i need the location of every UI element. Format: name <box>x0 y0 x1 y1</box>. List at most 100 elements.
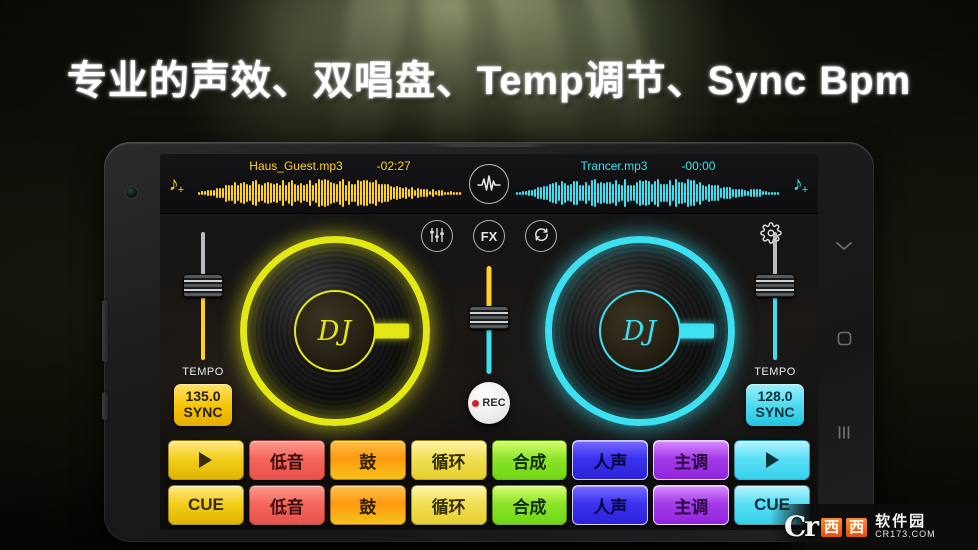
waveform-bar <box>657 179 659 207</box>
deck-b-melody: 主调 主调 <box>653 440 730 525</box>
deck-b-waveform[interactable] <box>516 178 780 208</box>
deck-b-bpm-value: 128.0 <box>757 388 793 404</box>
loop-sync-button[interactable] <box>525 220 557 252</box>
waveform-bar <box>426 188 428 198</box>
volume-button[interactable] <box>102 300 108 362</box>
deck-a-transport-bottom[interactable]: CUE <box>168 485 244 525</box>
waveform-bar <box>672 185 674 201</box>
deck-b-tempo-column: TEMPO 128.0 SYNC <box>744 232 806 427</box>
deck-a-loop-bottom[interactable]: 循环 <box>410 485 487 525</box>
site-watermark: Cr 西 西 软件园 CR173.COM <box>770 504 978 550</box>
deck-b-waveform-panel[interactable]: Trancer.mp3 -00:00 <box>512 154 784 213</box>
settings-button[interactable] <box>760 222 782 249</box>
deck-a-sync-button[interactable]: 135.0 SYNC <box>174 384 232 427</box>
deck-b-sync-button[interactable]: 128.0 SYNC <box>746 384 804 427</box>
earpiece-speaker <box>429 144 549 147</box>
waveform-bar <box>450 191 452 195</box>
waveform-bar <box>336 184 338 202</box>
waveform-bar <box>237 184 239 202</box>
recents-button[interactable] <box>837 425 851 445</box>
waveform-bar <box>600 181 602 205</box>
waveform-bar <box>279 184 281 202</box>
waveform-bar <box>756 189 758 197</box>
waveform-bar <box>402 188 404 198</box>
waveform-bar <box>456 191 458 195</box>
deck-a-drum-top[interactable]: 鼓 <box>329 440 406 480</box>
deck-a-tempo-label: TEMPO <box>182 366 224 378</box>
deck-b-synth-bottom[interactable]: 合成 <box>491 485 568 525</box>
fx-button[interactable]: FX <box>473 220 505 252</box>
waveform-bar <box>717 184 719 202</box>
crossfader[interactable] <box>463 266 515 374</box>
waveform-bar <box>246 183 248 203</box>
deck-b-synth-top[interactable]: 合成 <box>491 440 568 480</box>
crossfader-track[interactable] <box>463 266 515 374</box>
deck-a-bass-bottom[interactable]: 低音 <box>248 485 325 525</box>
deck-b-platter-text: DJ <box>622 315 658 347</box>
back-button[interactable] <box>835 239 853 257</box>
deck-b-vocal-top[interactable]: 人声 <box>572 440 649 480</box>
waveform-bar <box>249 184 251 202</box>
waveform-bar <box>621 185 623 201</box>
deck-a-bass-top[interactable]: 低音 <box>248 440 325 480</box>
deck-b-synth: 合成 合成 <box>491 440 568 525</box>
waveform-bar <box>759 189 761 197</box>
waveform-bar <box>579 184 581 202</box>
deck-b-melody-top[interactable]: 主调 <box>653 440 730 480</box>
waveform-bar <box>294 184 296 202</box>
deck-b-vocal-bottom[interactable]: 人声 <box>572 485 649 525</box>
phone-device: ♪+ Haus_Guest.mp3 -02:27 Trancer.mp3 -00… <box>102 142 874 542</box>
waveform-bar <box>348 181 350 205</box>
watermark-url: CR173.COM <box>875 529 936 540</box>
waveform-bar <box>258 183 260 203</box>
fx-label: FX <box>480 228 498 244</box>
beat-sync-button[interactable] <box>466 163 512 204</box>
waveform-bar <box>234 182 236 204</box>
home-button[interactable] <box>837 331 852 351</box>
deck-b-synth-top-label: 合成 <box>512 452 547 472</box>
fader-knob[interactable] <box>756 274 794 297</box>
waveform-bar <box>531 189 533 197</box>
waveform-bar <box>753 189 755 197</box>
waveform-bar <box>198 191 200 195</box>
deck-b-turntable[interactable]: DJ <box>545 236 735 426</box>
eq-button[interactable] <box>421 220 453 252</box>
deck-b-transport-top[interactable] <box>734 440 810 480</box>
deck-a-tempo-column: TEMPO 135.0 SYNC <box>172 232 234 427</box>
deck-a-turntable[interactable]: DJ <box>240 236 430 426</box>
waveform-bar <box>570 183 572 203</box>
waveform-bar <box>276 183 278 203</box>
waveform-bar <box>684 182 686 204</box>
deck-a-transport-top[interactable] <box>168 440 244 480</box>
deck-a-loop-top[interactable]: 循环 <box>410 440 487 480</box>
waveform-bar <box>777 191 779 195</box>
crossfader-knob[interactable] <box>470 307 508 329</box>
waveform-bar <box>414 189 416 197</box>
waveform-bar <box>354 183 356 203</box>
waveform-topbar: ♪+ Haus_Guest.mp3 -02:27 Trancer.mp3 -00… <box>160 154 818 214</box>
fader-knob[interactable] <box>184 274 222 297</box>
deck-a-waveform-panel[interactable]: Haus_Guest.mp3 -02:27 <box>194 154 466 213</box>
waveform-bar <box>264 183 266 203</box>
gear-icon <box>760 222 782 248</box>
waveform-bar <box>744 190 746 196</box>
add-track-right-button[interactable]: ♪+ <box>784 174 818 196</box>
waveform-bar <box>642 180 644 206</box>
app-screen: ♪+ Haus_Guest.mp3 -02:27 Trancer.mp3 -00… <box>160 154 818 530</box>
deck-a-drum-bottom[interactable]: 鼓 <box>329 485 406 525</box>
waveform-bar <box>540 187 542 199</box>
deck-b-melody-bottom[interactable]: 主调 <box>653 485 730 525</box>
waveform-bar <box>525 191 527 195</box>
deck-a-time-remaining: -02:27 <box>376 159 411 173</box>
add-track-left-button[interactable]: ♪+ <box>160 174 194 196</box>
waveform-bar <box>393 187 395 200</box>
waveform-bar <box>633 184 635 202</box>
power-button[interactable] <box>102 392 108 420</box>
deck-a-waveform[interactable] <box>198 178 462 208</box>
waveform-bar <box>375 180 377 206</box>
waveform-bar <box>411 187 413 199</box>
waveform-bar <box>627 184 629 202</box>
record-button[interactable]: REC <box>468 382 510 424</box>
waveform-bar <box>399 186 401 200</box>
waveform-bar <box>537 186 539 200</box>
